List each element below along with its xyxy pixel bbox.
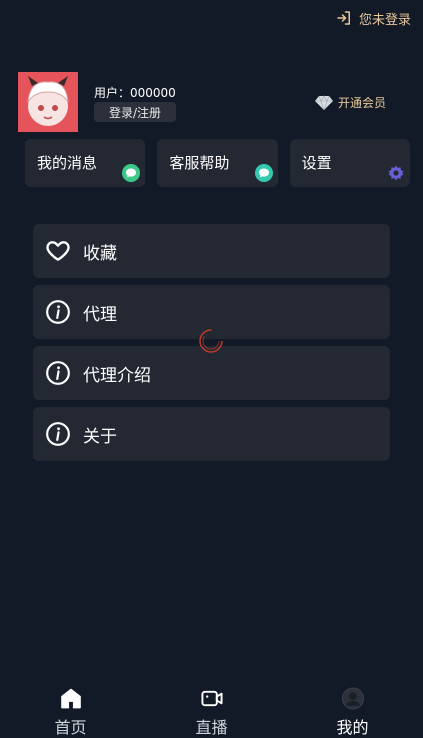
customer-help-card[interactable]: 客服帮助 [157,139,278,187]
avatar-illustration [18,72,78,132]
menu-item-label: 关于 [83,426,117,447]
tab-label: 我的 [336,718,369,737]
sign-in-icon [337,11,350,25]
video-camera-icon [200,690,223,707]
my-messages-label: 我的消息 [37,154,98,172]
tab-label: 首页 [54,718,87,737]
customer-help-label: 客服帮助 [169,154,230,172]
menu-item-label: 代理 [83,304,117,325]
loading-spinner-icon [199,329,223,353]
info-icon [46,422,70,446]
vip-button[interactable]: 开通会员 [314,94,386,111]
info-icon [46,300,70,324]
diamond-icon [314,94,333,110]
menu-item-agent-intro[interactable]: 代理介绍 [33,346,390,400]
tab-label: 直播 [195,718,228,737]
login-link[interactable]: 您未登录 [335,8,411,28]
login-register-button[interactable]: 登录/注册 [94,102,176,122]
heart-icon [46,241,70,261]
menu-item-favorites[interactable]: 收藏 [33,224,390,278]
info-icon [46,361,70,385]
chat-bubble-icon [122,164,141,182]
settings-label: 设置 [301,154,332,172]
menu-item-label: 代理介绍 [83,365,151,386]
menu-item-about[interactable]: 关于 [33,407,390,461]
profile-section: 用户：000000 登录/注册 开通会员 [18,72,408,134]
tab-live[interactable]: 直播 [141,682,282,738]
gear-icon [387,164,405,182]
chat-bubble-icon [254,164,273,182]
user-avatar-icon [341,687,364,710]
user-id-text: 用户：000000 [94,86,176,100]
quick-actions: 我的消息 客服帮助 设置 [25,139,410,187]
tab-home[interactable]: 首页 [0,682,141,738]
vip-label: 开通会员 [337,96,386,110]
home-icon [60,688,81,709]
my-messages-card[interactable]: 我的消息 [25,139,146,187]
avatar[interactable] [18,72,78,132]
bottom-tab-bar: 首页 直播 我的 [0,682,423,738]
tab-mine[interactable]: 我的 [282,682,423,738]
login-link-label: 您未登录 [358,12,411,28]
menu-item-label: 收藏 [83,243,117,264]
settings-card[interactable]: 设置 [289,139,410,187]
